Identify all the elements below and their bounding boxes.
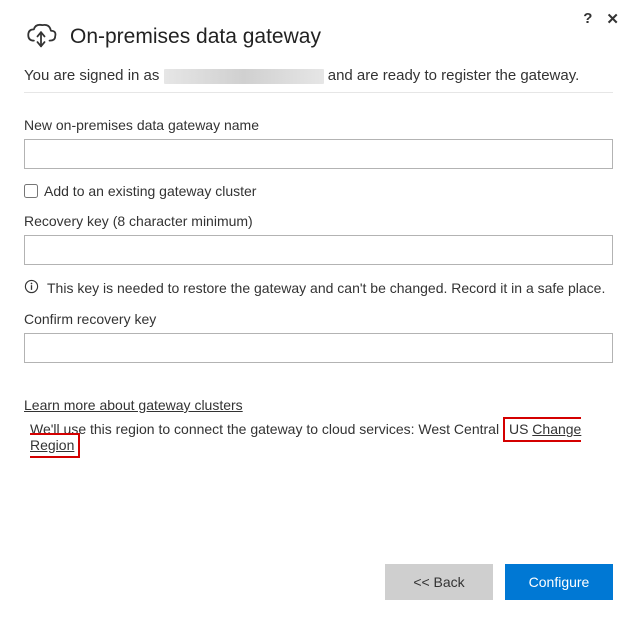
header: On-premises data gateway <box>24 18 613 55</box>
region-text: We'll use this region to connect the gat… <box>30 421 613 453</box>
learn-more-link[interactable]: Learn more about gateway clusters <box>24 397 243 413</box>
configure-button[interactable]: Configure <box>505 564 613 600</box>
gateway-name-label: New on-premises data gateway name <box>24 117 613 133</box>
confirm-key-label: Confirm recovery key <box>24 311 613 327</box>
recovery-info-row: This key is needed to restore the gatewa… <box>24 279 613 297</box>
recovery-key-label: Recovery key (8 character minimum) <box>24 213 613 229</box>
add-to-cluster-checkbox[interactable] <box>24 184 38 198</box>
recovery-info-text: This key is needed to restore the gatewa… <box>47 280 605 296</box>
close-icon[interactable]: ✕ <box>606 10 619 28</box>
confirm-key-input[interactable] <box>24 333 613 363</box>
recovery-key-input[interactable] <box>24 235 613 265</box>
page-title: On-premises data gateway <box>70 25 321 49</box>
cloud-gateway-icon <box>24 18 58 55</box>
gateway-name-input[interactable] <box>24 139 613 169</box>
divider <box>24 92 613 93</box>
add-to-cluster-label: Add to an existing gateway cluster <box>44 183 256 199</box>
help-icon[interactable]: ? <box>583 10 592 28</box>
back-button[interactable]: << Back <box>385 564 493 600</box>
info-icon <box>24 279 39 297</box>
redacted-username <box>164 69 324 84</box>
signin-text: You are signed in as and are ready to re… <box>24 65 613 86</box>
